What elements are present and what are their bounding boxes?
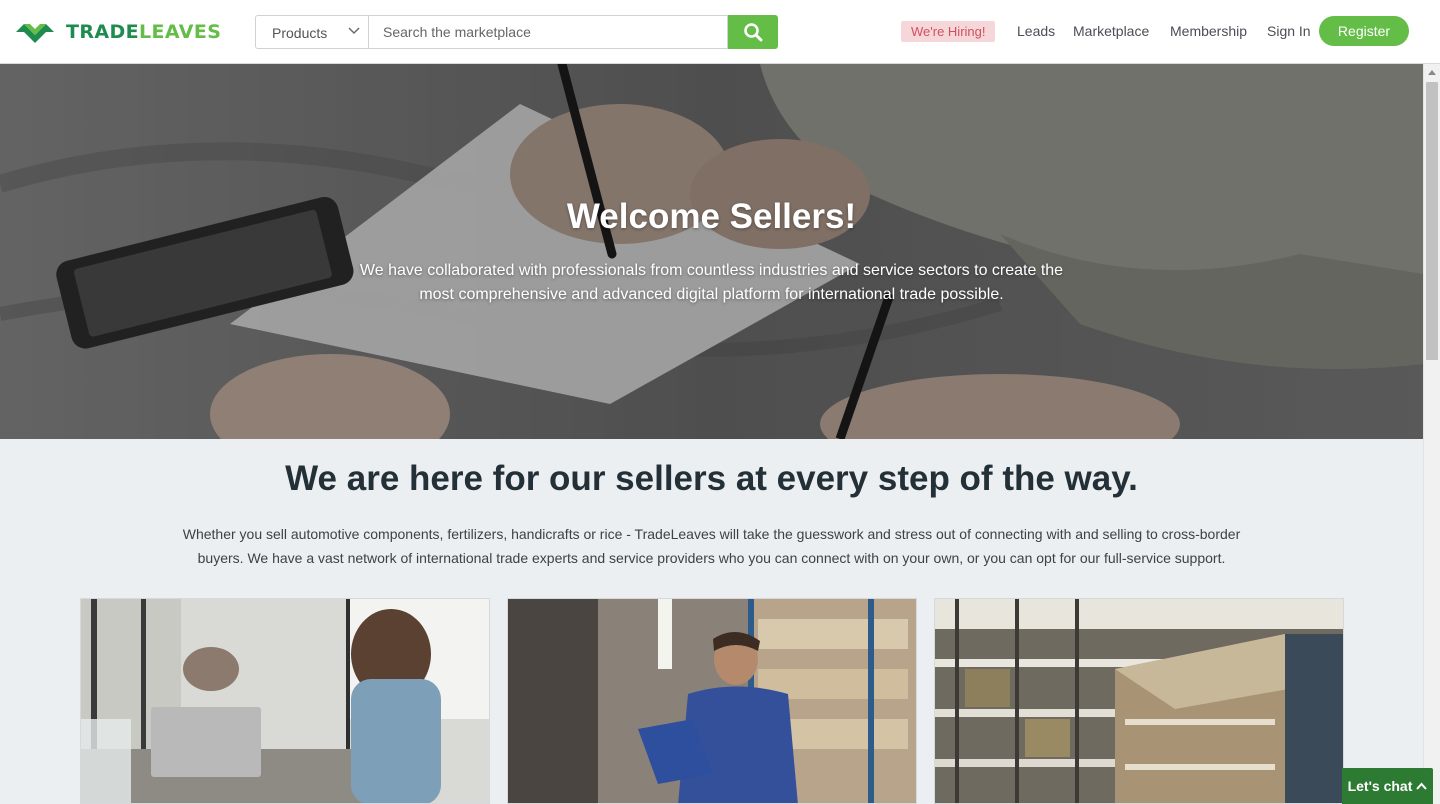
site-header: TRADELEAVES Products We're Hiring! Leads… (0, 0, 1440, 64)
nav-membership[interactable]: Membership (1170, 23, 1247, 39)
scroll-up-arrow-icon[interactable] (1428, 70, 1436, 75)
register-button[interactable]: Register (1319, 16, 1409, 46)
woman-at-desk-photo (81, 599, 489, 803)
hero-banner: Welcome Sellers! We have collaborated wi… (0, 64, 1423, 439)
search-category-value: Products (272, 25, 328, 41)
search-input[interactable] (368, 15, 728, 49)
card-image-woman-at-desk[interactable] (80, 598, 490, 804)
warehouse-worker-photo (508, 599, 916, 803)
hero-background-image (0, 64, 1423, 439)
nav-sign-in[interactable]: Sign In (1267, 23, 1311, 39)
search-icon (744, 23, 763, 42)
glass-building-photo (935, 599, 1343, 803)
page-scrollbar[interactable] (1423, 64, 1440, 804)
leaf-logo-icon (16, 24, 54, 43)
card-image-warehouse-worker[interactable] (507, 598, 917, 804)
search-category-select[interactable]: Products (255, 15, 368, 49)
chat-label: Let's chat (1347, 778, 1413, 794)
search-button[interactable] (728, 15, 778, 49)
hero-description: We have collaborated with professionals … (359, 262, 1064, 303)
tradeleaves-logo[interactable]: TRADELEAVES (16, 18, 221, 46)
section-description: Whether you sell automotive components, … (182, 526, 1241, 566)
nav-leads[interactable]: Leads (1017, 23, 1055, 39)
chevron-down-icon (348, 27, 360, 34)
marketplace-search: Products (255, 15, 778, 49)
chevron-up-icon (1416, 782, 1428, 790)
nav-marketplace[interactable]: Marketplace (1073, 23, 1149, 39)
scrollbar-thumb[interactable] (1426, 82, 1438, 360)
card-image-glass-building[interactable] (934, 598, 1344, 804)
section-heading: We are here for our sellers at every ste… (285, 459, 1138, 498)
hiring-badge[interactable]: We're Hiring! (901, 21, 996, 42)
hero-title: Welcome Sellers! (566, 197, 857, 236)
logo-wordmark: TRADELEAVES (66, 21, 222, 43)
lets-chat-button[interactable]: Let's chat (1342, 768, 1433, 804)
